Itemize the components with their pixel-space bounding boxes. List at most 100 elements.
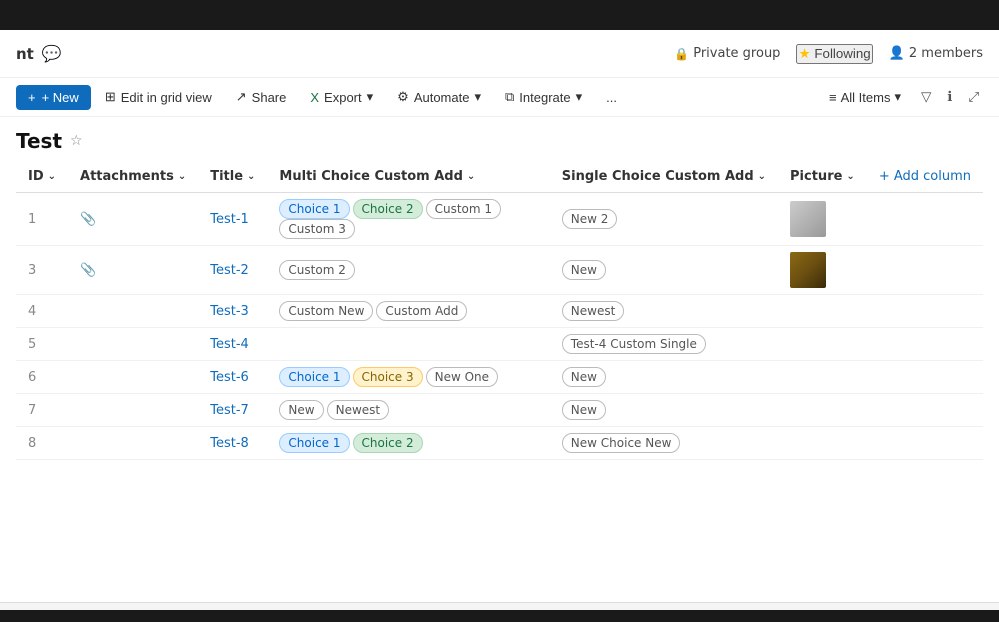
table-row[interactable]: 3📎Test-2Custom 2New	[16, 246, 983, 295]
list-item: Choice 1	[279, 199, 349, 219]
list-item: New Choice New	[562, 433, 681, 453]
toolbar-right: ≡ All Items ▾ ▽ ℹ ⤢	[821, 85, 983, 109]
cell-add-col	[867, 427, 983, 460]
cell-attachments	[68, 328, 198, 361]
list-item: Custom New	[279, 301, 373, 321]
list-item: Test-4 Custom Single	[562, 334, 706, 354]
col-header-single-choice[interactable]: Single Choice Custom Add ⌄	[550, 161, 778, 193]
table-row[interactable]: 4 Test-3Custom NewCustom Add Newest	[16, 295, 983, 328]
edit-grid-button[interactable]: ⊞ Edit in grid view	[95, 84, 222, 110]
teams-icon: 💬	[42, 44, 62, 63]
integrate-button[interactable]: ⧉ Integrate ▾	[495, 84, 592, 110]
col-header-multi-choice[interactable]: Multi Choice Custom Add ⌄	[267, 161, 549, 193]
all-items-chevron-icon: ▾	[894, 89, 901, 105]
private-group: 🔒 Private group	[674, 46, 780, 61]
cell-picture	[778, 361, 867, 394]
expand-button[interactable]: ⤢	[964, 85, 983, 109]
sort-icon: ⌄	[758, 171, 766, 182]
star-favorite-icon[interactable]: ☆	[70, 133, 83, 149]
cell-multi-choice: NewNewest	[267, 394, 549, 427]
cell-attachments: 📎	[68, 246, 198, 295]
toolbar: + + New ⊞ Edit in grid view ↗ Share X Ex…	[0, 78, 999, 117]
app-header-left: nt 💬	[16, 44, 62, 63]
following-button[interactable]: ★ Following	[796, 44, 872, 64]
cell-title[interactable]: Test-2	[198, 246, 267, 295]
star-icon: ★	[798, 46, 810, 62]
plus-icon: +	[28, 90, 36, 105]
col-header-title[interactable]: Title ⌄	[198, 161, 267, 193]
cell-single-choice: New	[550, 246, 778, 295]
integrate-icon: ⧉	[505, 89, 514, 105]
lock-icon: 🔒	[674, 47, 689, 61]
table-row[interactable]: 1📎Test-1Choice 1Choice 2Custom 1Custom 3…	[16, 193, 983, 246]
cell-single-choice: New 2	[550, 193, 778, 246]
integrate-chevron-icon: ▾	[576, 89, 583, 105]
table-row[interactable]: 8 Test-8Choice 1Choice 2 New Choice New	[16, 427, 983, 460]
cell-picture	[778, 246, 867, 295]
cell-multi-choice: Custom NewCustom Add	[267, 295, 549, 328]
horizontal-scrollbar[interactable]	[0, 602, 999, 610]
list-item: Newest	[562, 301, 625, 321]
cell-title[interactable]: Test-7	[198, 394, 267, 427]
table-row[interactable]: 5 Test-4 Test-4 Custom Single	[16, 328, 983, 361]
col-header-attachments[interactable]: Attachments ⌄	[68, 161, 198, 193]
list-item: Custom 3	[279, 219, 354, 239]
list-item: Choice 2	[353, 433, 423, 453]
sort-icon: ⌄	[178, 171, 186, 182]
cell-id: 4	[16, 295, 68, 328]
top-bar	[0, 0, 999, 30]
cell-id: 1	[16, 193, 68, 246]
paperclip-icon: 📎	[80, 212, 96, 227]
cell-title[interactable]: Test-4	[198, 328, 267, 361]
cell-picture	[778, 193, 867, 246]
cell-title[interactable]: Test-3	[198, 295, 267, 328]
cell-title[interactable]: Test-1	[198, 193, 267, 246]
cell-title[interactable]: Test-8	[198, 427, 267, 460]
list-item: Custom 1	[426, 199, 501, 219]
col-header-id[interactable]: ID ⌄	[16, 161, 68, 193]
list-item: New One	[426, 367, 498, 387]
cell-id: 5	[16, 328, 68, 361]
col-header-picture[interactable]: Picture ⌄	[778, 161, 867, 193]
cell-add-col	[867, 361, 983, 394]
app-header-right: 🔒 Private group ★ Following 👤 2 members	[674, 44, 983, 64]
cell-single-choice: New Choice New	[550, 427, 778, 460]
export-icon: X	[310, 90, 319, 105]
cell-single-choice: Newest	[550, 295, 778, 328]
sort-icon: ⌄	[247, 171, 255, 182]
cell-attachments	[68, 427, 198, 460]
automate-chevron-icon: ▾	[474, 89, 481, 105]
cell-id: 8	[16, 427, 68, 460]
cell-title[interactable]: Test-6	[198, 361, 267, 394]
list-item: New 2	[562, 209, 618, 229]
table-row[interactable]: 6Test-6Choice 1Choice 3New OneNew	[16, 361, 983, 394]
export-button[interactable]: X Export ▾	[300, 84, 383, 110]
automate-button[interactable]: ⚙ Automate ▾	[387, 84, 491, 110]
cell-picture	[778, 295, 867, 328]
share-button[interactable]: ↗ Share	[226, 84, 297, 110]
cell-add-col	[867, 394, 983, 427]
cell-picture	[778, 427, 867, 460]
members-count: 👤 2 members	[889, 46, 983, 61]
filter-icon: ▽	[921, 89, 931, 104]
table-row[interactable]: 7Test-7NewNewestNew	[16, 394, 983, 427]
add-column-header[interactable]: + Add column	[867, 161, 983, 193]
new-button[interactable]: + + New	[16, 85, 91, 110]
cell-single-choice: Test-4 Custom Single	[550, 328, 778, 361]
sort-icon: ⌄	[48, 171, 56, 182]
app-title: nt	[16, 45, 34, 63]
cell-picture	[778, 394, 867, 427]
expand-icon: ⤢	[968, 89, 979, 104]
info-button[interactable]: ℹ	[943, 85, 956, 109]
cell-add-col	[867, 246, 983, 295]
bottom-bar	[0, 610, 999, 622]
all-items-button[interactable]: ≡ All Items ▾	[821, 85, 909, 109]
grid-icon: ⊞	[105, 89, 116, 105]
more-button[interactable]: ...	[596, 85, 627, 110]
cell-multi-choice: Choice 1Choice 2	[267, 427, 549, 460]
image-thumbnail	[790, 252, 826, 288]
cell-attachments	[68, 394, 198, 427]
filter-button[interactable]: ▽	[917, 85, 935, 109]
cell-id: 3	[16, 246, 68, 295]
list-item: New	[562, 400, 606, 420]
